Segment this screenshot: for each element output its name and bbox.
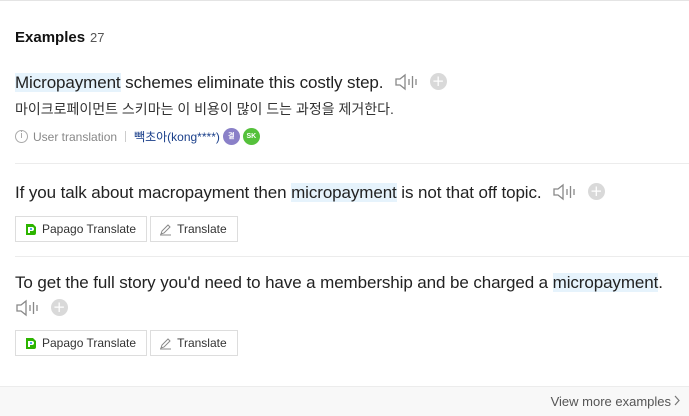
papago-translate-button[interactable]: Papago Translate (15, 330, 148, 356)
examples-header: Examples 27 (15, 29, 105, 46)
add-to-wordbook-plus-icon[interactable]: + (429, 73, 447, 91)
example-sentence: If you talk about macropayment then micr… (15, 181, 689, 205)
divider (15, 256, 689, 257)
translate-label: Translate (177, 222, 227, 236)
translate-buttons: Papago Translate Translate (15, 216, 689, 242)
view-more-label: View more examples (550, 394, 671, 409)
speaker-icon[interactable] (552, 182, 578, 202)
papago-translate-button[interactable]: Papago Translate (15, 216, 148, 242)
example-2: If you talk about macropayment then micr… (15, 181, 689, 242)
examples-count: 27 (90, 30, 105, 45)
section-title: Examples (15, 29, 86, 46)
papago-icon (24, 223, 37, 236)
speaker-icon[interactable] (15, 298, 41, 318)
sentence-text: If you talk about macropayment then (15, 183, 292, 202)
examples-footer: View more examples (0, 386, 689, 416)
papago-translate-label: Papago Translate (42, 336, 137, 350)
highlighted-term[interactable]: Micropayment (15, 73, 121, 92)
add-to-wordbook-plus-icon[interactable]: + (587, 183, 605, 201)
translate-buttons: Papago Translate Translate (15, 330, 679, 356)
papago-translate-label: Papago Translate (42, 222, 137, 236)
add-to-wordbook-plus-icon[interactable]: + (50, 299, 68, 317)
example-1: Micropayment schemes eliminate this cost… (15, 71, 689, 145)
user-level-badge-icon: 결 (222, 128, 240, 145)
example-sentence: Micropayment schemes eliminate this cost… (15, 71, 689, 95)
info-icon[interactable]: i (15, 130, 28, 143)
chevron-right-icon (674, 394, 681, 409)
translate-label: Translate (177, 336, 227, 350)
example-3: To get the full story you'd need to have… (15, 270, 679, 356)
translate-button[interactable]: Translate (150, 216, 238, 242)
top-border (0, 0, 689, 1)
example-translation: 마이크로페이먼트 스키마는 이 비용이 많이 드는 과정을 제거한다. (15, 101, 394, 117)
pencil-icon (159, 223, 172, 236)
sentence-text: is not that off topic. (396, 183, 542, 202)
highlighted-term[interactable]: micropayment (291, 183, 397, 202)
pencil-icon (159, 337, 172, 350)
highlighted-term[interactable]: micropayment (552, 273, 658, 292)
divider (15, 163, 689, 164)
user-grade-badge-icon: SK (242, 128, 260, 145)
translation-meta: i User translation 빽초아(kong****) 결 SK (15, 128, 689, 145)
translation-source-label: User translation (33, 129, 118, 144)
sentence-text: schemes eliminate this costly step. (120, 73, 384, 92)
translate-button[interactable]: Translate (150, 330, 238, 356)
view-more-examples-link[interactable]: View more examples (551, 394, 681, 409)
example-sentence: To get the full story you'd need to have… (15, 270, 679, 322)
sentence-text: . (658, 273, 663, 292)
speaker-icon[interactable] (394, 72, 420, 92)
papago-icon (24, 337, 37, 350)
sentence-text: To get the full story you'd need to have… (15, 273, 553, 292)
separator (125, 131, 127, 142)
user-link[interactable]: 빽초아(kong****) (134, 128, 220, 145)
